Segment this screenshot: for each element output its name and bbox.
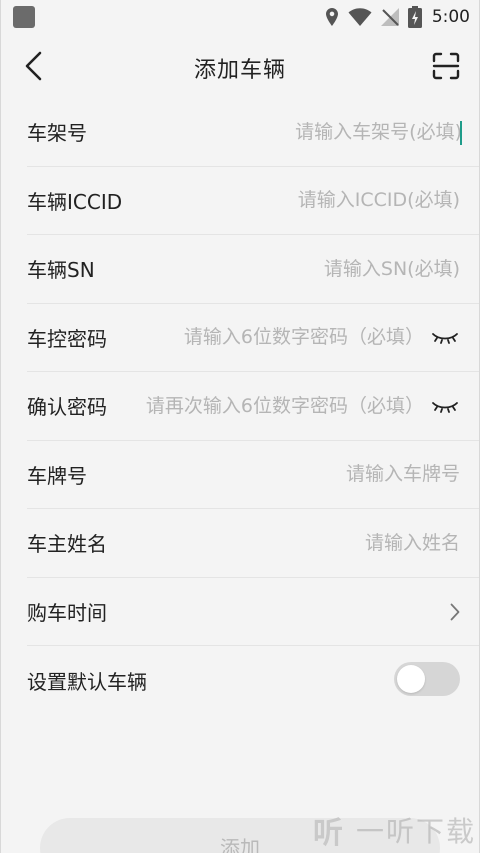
header: 添加车辆 [0,34,480,98]
confirm-password-label: 确认密码 [27,395,107,420]
form-row-control-password: 车控密码 [27,304,480,372]
form-row-iccid: 车辆ICCID [27,167,480,235]
vin-input[interactable] [87,120,480,143]
toggle-confirm-visibility-button[interactable] [428,391,462,421]
status-bar: 5:00 [0,0,480,34]
form-row-vin: 车架号 [27,98,480,167]
eye-closed-icon [432,401,458,413]
watermark-logo-icon: 听 [312,816,343,851]
toggle-password-visibility-button[interactable] [428,322,462,352]
control-password-input[interactable] [107,326,424,349]
owner-input[interactable] [107,531,480,554]
control-password-label: 车控密码 [27,326,107,351]
location-icon [324,7,340,27]
chevron-right-icon [450,603,460,620]
eye-closed-icon [432,333,458,345]
scan-button[interactable] [428,48,464,84]
owner-label: 车主姓名 [27,532,107,557]
text-cursor [460,121,462,145]
iccid-input[interactable] [122,189,480,212]
purchase-date-label: 购车时间 [27,600,107,625]
add-button-label: 添加 [220,836,260,853]
confirm-password-input[interactable] [107,394,424,417]
no-signal-icon [380,7,400,27]
default-vehicle-label: 设置默认车辆 [27,669,147,694]
default-vehicle-toggle[interactable] [394,662,460,696]
notification-icon [13,6,35,28]
form-row-owner: 车主姓名 [27,509,480,578]
scan-icon [432,52,460,80]
status-time: 5:00 [431,7,470,27]
status-icons: 5:00 [324,0,470,34]
wifi-icon [348,7,372,27]
form-row-purchase-date[interactable]: 购车时间 [27,578,480,646]
plate-input[interactable] [87,463,480,486]
form-row-confirm-password: 确认密码 [27,372,480,441]
form-row-sn: 车辆SN [27,235,480,304]
form-row-default-vehicle: 设置默认车辆 [27,646,480,715]
toggle-knob [397,665,425,693]
iccid-label: 车辆ICCID [27,189,123,214]
plate-label: 车牌号 [27,463,87,488]
vin-label: 车架号 [27,121,87,146]
watermark-text: 一听下载 [355,815,476,848]
battery-icon [407,6,422,28]
watermark: 听 一听下载 [308,808,476,852]
form-row-plate: 车牌号 [27,441,480,509]
vehicle-form: 车架号 车辆ICCID 车辆SN 车控密码 确认密码 车牌号 车主 [0,98,480,715]
purchase-date-picker[interactable] [448,602,462,622]
sn-input[interactable] [94,257,480,280]
sn-label: 车辆SN [27,258,95,283]
page-title: 添加车辆 [193,58,286,83]
